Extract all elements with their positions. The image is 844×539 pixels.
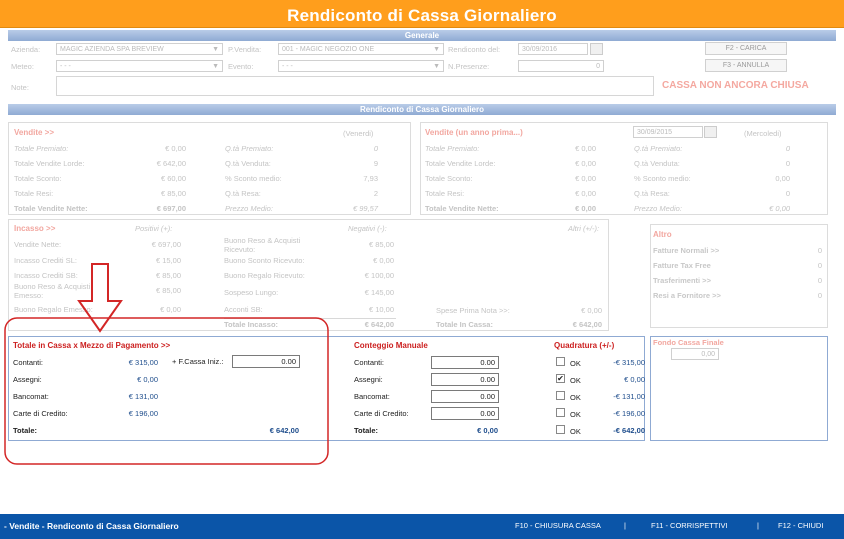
chiudi-button[interactable]: F12 - CHIUDI — [778, 514, 823, 538]
breadcrumb: - Vendite - Rendiconto di Cassa Giornali… — [4, 521, 179, 531]
separator: | — [624, 521, 626, 530]
separator: | — [757, 521, 759, 530]
annotation-highlight — [4, 317, 329, 465]
chiusura-cassa-button[interactable]: F10 - CHIUSURA CASSA — [515, 514, 601, 538]
status-bar: - Vendite - Rendiconto di Cassa Giornali… — [0, 514, 844, 539]
annotation-arrow — [77, 263, 123, 333]
annotation-overlay — [4, 263, 329, 465]
corrispettivi-button[interactable]: F11 - CORRISPETTIVI — [651, 514, 728, 538]
